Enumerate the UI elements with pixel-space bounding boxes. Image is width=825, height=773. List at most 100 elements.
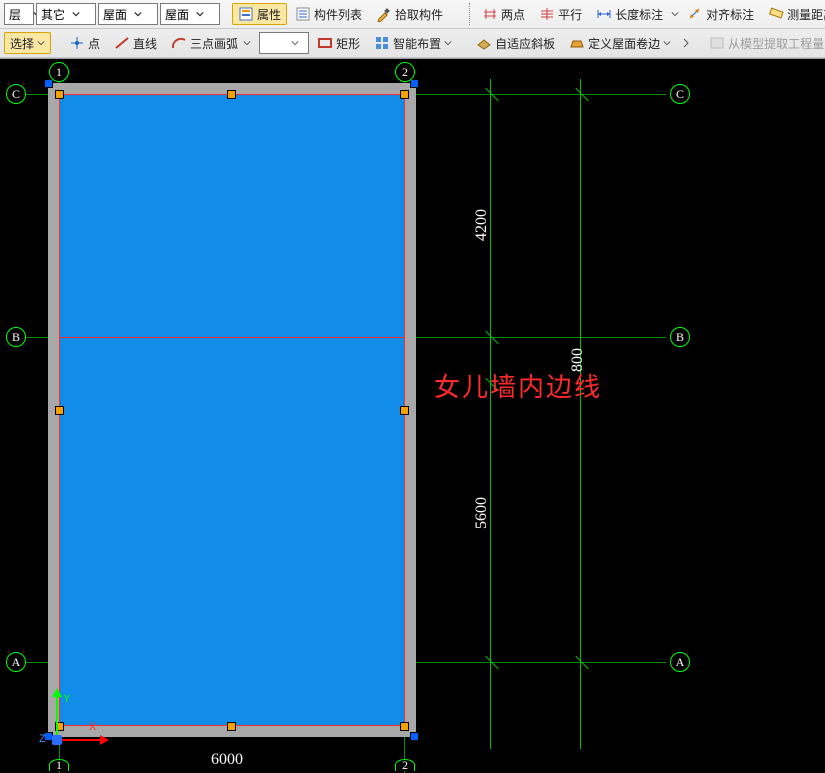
toolbars: 层 其它 屋面 屋面 属性 构件列表 拾取构件 [0,0,825,59]
grid-bubble-c-right: C [670,84,690,104]
selection-handle[interactable] [401,723,408,730]
dim-tick [573,655,587,669]
axis-y-label: Y [63,693,70,705]
axis-z-label: Z [39,733,46,745]
type-dropdown-1[interactable]: 屋面 [98,3,158,25]
dim-tick [573,87,587,101]
ruler-icon [768,6,784,22]
toolbar-separator [469,3,470,25]
list-icon [295,6,311,22]
chevron-down-icon [444,36,452,50]
rectangle-icon [317,35,333,51]
grid-bubble-b-right: B [670,327,690,347]
rect-label: 矩形 [336,35,360,52]
adapt-slab-label: 自适应斜板 [495,35,555,52]
parallel-button[interactable]: 平行 [533,3,588,25]
align-dimension-label: 对齐标注 [706,6,754,23]
chevron-down-icon [69,4,83,24]
selection-handle[interactable] [228,91,235,98]
axis-x-label: X [89,721,96,733]
measure-distance-button[interactable]: 测量距离 [762,3,825,25]
category-dropdown[interactable]: 其它 [36,3,96,25]
dim-width: 6000 [211,751,243,769]
grid-bubble-b-left: B [6,327,26,347]
category-dropdown-label: 其它 [41,6,65,23]
extract-quantity-button: 从模型提取工程量 [703,32,825,54]
measure-distance-label: 测量距离 [787,6,825,23]
eyedropper-icon [376,6,392,22]
selection-handle[interactable] [56,91,63,98]
point-tool-button[interactable]: 点 [63,32,106,54]
component-list-label: 构件列表 [314,6,362,23]
wall-grip[interactable] [411,80,418,87]
define-roof-edge-button[interactable]: 定义屋面卷边 [563,32,677,54]
floor-dropdown[interactable]: 层 [4,3,34,25]
blank-dropdown-label [264,36,284,50]
line-icon [114,35,130,51]
arc-tool-button[interactable]: 三点画弧 [165,32,257,54]
two-point-button[interactable]: 两点 [476,3,531,25]
dim-height-lower: 5600 [473,497,491,529]
dim-height-upper: 4200 [473,209,491,241]
align-dimension-button[interactable]: 对齐标注 [681,3,760,25]
grid-bubble-1-top: 1 [49,62,69,82]
grid-bubble-c-left: C [6,84,26,104]
point-icon [69,35,85,51]
smart-layout-button[interactable]: 智能布置 [368,32,458,54]
properties-label: 属性 [257,6,281,23]
slab-icon [476,35,492,51]
properties-icon [238,6,254,22]
component-list-button[interactable]: 构件列表 [289,3,368,25]
dim-tick [483,87,497,101]
wall-grip[interactable] [45,80,52,87]
arc-icon [171,35,187,51]
parallel-icon [539,6,555,22]
chevron-down-icon [288,33,302,53]
point-label: 点 [88,35,100,52]
line-tool-button[interactable]: 直线 [108,32,163,54]
blank-dropdown[interactable] [259,32,309,54]
selection-handle[interactable] [228,723,235,730]
dim-tick [483,330,497,344]
type-dropdown-2[interactable]: 屋面 [160,3,220,25]
roof-selection[interactable] [60,95,404,725]
roof-edge-icon [569,35,585,51]
toolbar-row-1: 层 其它 屋面 屋面 属性 构件列表 拾取构件 [0,0,825,29]
adapt-slab-button[interactable]: 自适应斜板 [470,32,561,54]
dim-extension-line [580,79,581,749]
roof-split-line [60,337,404,338]
toolbar-row-2: 选择 点 直线 三点画弧 矩形 智能布置 [0,29,825,58]
grid-bubble-a-right: A [670,652,690,672]
length-dimension-icon [596,6,612,22]
two-point-label: 两点 [501,6,525,23]
annotation-text: 女儿墙内边线 [434,367,602,404]
wall-grip[interactable] [411,733,418,740]
chevron-down-icon [193,4,207,24]
length-dimension-button[interactable]: 长度标注 [590,3,669,25]
pick-component-button[interactable]: 拾取构件 [370,3,449,25]
smart-layout-icon [374,35,390,51]
grid-bubble-2-top: 2 [395,62,415,82]
selection-handle[interactable] [56,407,63,414]
length-dimension-label: 长度标注 [615,6,663,23]
arc-label: 三点画弧 [190,35,238,52]
properties-button[interactable]: 属性 [232,3,287,25]
selection-handle[interactable] [401,91,408,98]
chevron-down-icon [37,36,45,50]
extract-icon [709,35,725,51]
rect-tool-button[interactable]: 矩形 [311,32,366,54]
coordinate-triad: Y X Z [45,681,105,741]
floor-dropdown-label: 层 [9,6,29,23]
length-dim-dropdown[interactable] [671,7,679,21]
selection-handle[interactable] [401,407,408,414]
two-point-icon [482,6,498,22]
drawing-canvas[interactable]: C C B B A A 1 2 1 2 6000 4200 800 5600 女… [0,59,825,773]
define-roof-edge-label: 定义屋面卷边 [588,35,660,52]
select-button[interactable]: 选择 [4,32,51,54]
grid-bubble-2-bottom: 2 [395,759,415,771]
chevron-down-icon [243,36,251,50]
align-dimension-icon [687,6,703,22]
toolbar-expand[interactable] [681,32,691,54]
type-dropdown-1-label: 屋面 [103,6,127,23]
smart-layout-label: 智能布置 [393,35,441,52]
